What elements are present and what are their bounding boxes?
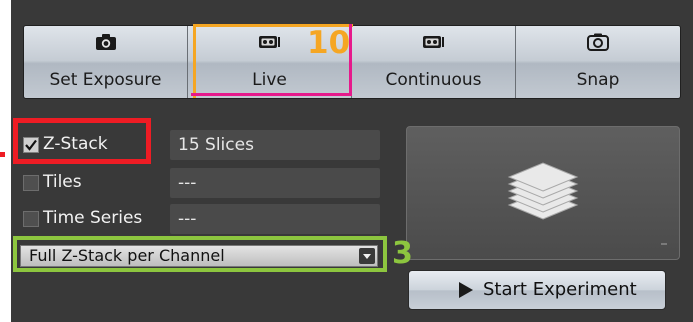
screenshot-stage: Set Exposure Live Continuous Snap Z-Stac… bbox=[0, 0, 693, 322]
z-stack-layers-icon bbox=[507, 162, 667, 245]
play-icon bbox=[459, 282, 473, 298]
time-series-label: Time Series bbox=[43, 208, 143, 228]
tiles-checkbox[interactable] bbox=[23, 175, 39, 191]
continuous-camera-icon bbox=[422, 36, 444, 48]
time-series-checkbox[interactable] bbox=[23, 211, 39, 227]
snap-label: Snap bbox=[576, 70, 620, 90]
continuous-button[interactable]: Continuous bbox=[352, 26, 516, 98]
camera-icon bbox=[95, 34, 116, 50]
time-series-value-field[interactable]: --- bbox=[170, 204, 380, 234]
live-annotation-number: 10 bbox=[307, 25, 351, 61]
experiment-preview bbox=[406, 126, 680, 260]
dropdown-annotation-number: 3 bbox=[392, 236, 413, 271]
snap-camera-icon bbox=[587, 33, 609, 51]
set-exposure-label: Set Exposure bbox=[49, 70, 162, 90]
set-exposure-button[interactable]: Set Exposure bbox=[24, 26, 188, 98]
dropdown-highlight-box bbox=[13, 236, 387, 272]
red-callout-marker bbox=[0, 152, 5, 157]
tiles-value-field[interactable]: --- bbox=[170, 168, 380, 198]
continuous-label: Continuous bbox=[385, 70, 482, 90]
start-experiment-button[interactable]: Start Experiment bbox=[408, 270, 666, 310]
snap-button[interactable]: Snap bbox=[516, 26, 680, 98]
z-stack-highlight-box bbox=[13, 118, 151, 164]
tiles-label: Tiles bbox=[43, 172, 82, 192]
start-experiment-label: Start Experiment bbox=[483, 279, 637, 300]
z-stack-slices-field[interactable]: 15 Slices bbox=[170, 130, 380, 160]
